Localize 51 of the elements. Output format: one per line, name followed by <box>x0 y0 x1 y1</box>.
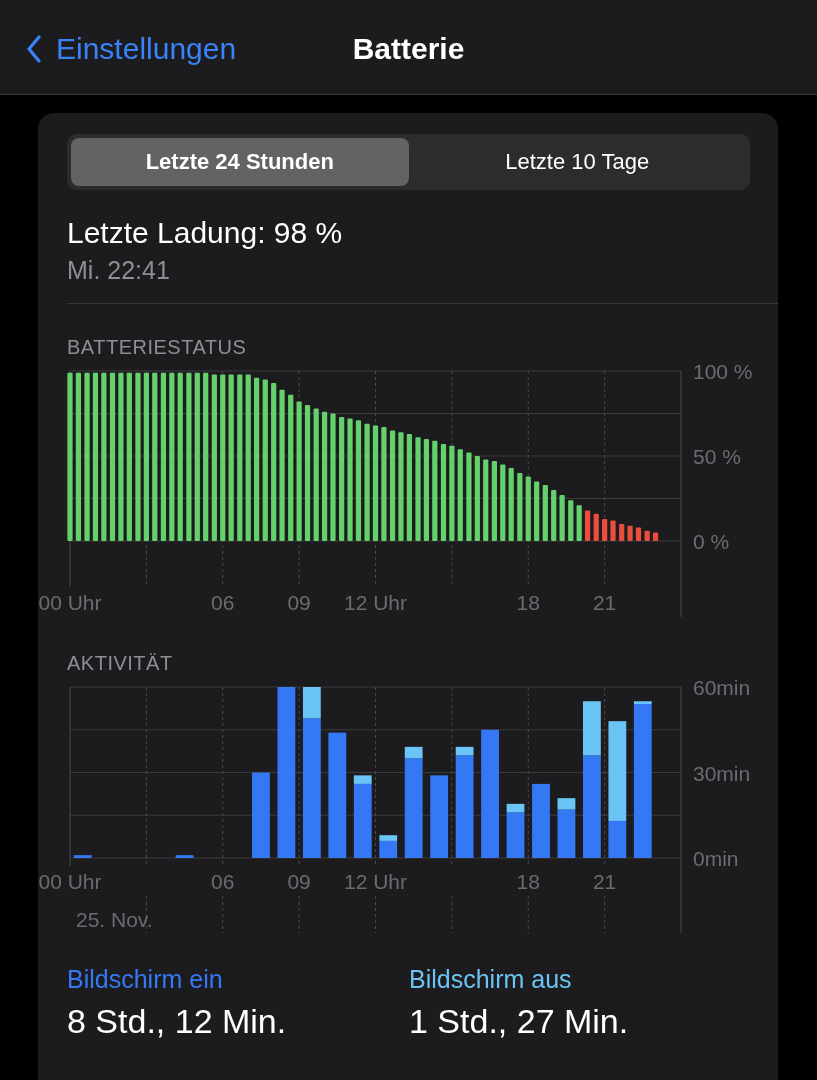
chart-bar <box>517 473 523 541</box>
summary-value: 1 Std., 27 Min. <box>409 1002 630 1041</box>
axis-label: 18 <box>516 870 540 893</box>
chart-bar <box>73 855 92 858</box>
section-heading: AKTIVITÄT <box>67 652 174 675</box>
axis-label: 50 % <box>693 445 741 468</box>
segment-tab[interactable]: Letzte 24 Stunden <box>71 138 409 186</box>
chart-bar <box>584 510 591 541</box>
axis-label: 12 Uhr <box>344 591 407 614</box>
axis-label: 21 <box>592 870 617 893</box>
chevron-left-icon <box>26 35 42 63</box>
chart-bar <box>619 524 625 541</box>
chart-bar <box>551 490 557 541</box>
chart-bar <box>602 518 608 541</box>
back-button[interactable]: Einstellungen <box>26 32 237 66</box>
axis-label: 06 <box>211 870 235 893</box>
axis-label: 00 Uhr <box>38 591 102 614</box>
chart-bar <box>644 530 650 541</box>
axis-label: 09 <box>287 591 311 614</box>
chart-bar <box>534 481 540 541</box>
chart-bar <box>568 500 574 541</box>
axis-label: 100 % <box>693 360 753 383</box>
axis-label: 0 % <box>693 530 730 553</box>
section-heading: BATTERIESTATUS <box>67 336 248 359</box>
axis-label: 21 <box>592 591 617 614</box>
chart-bar <box>652 532 659 541</box>
axis-label: 09 <box>287 870 311 893</box>
segment-tab[interactable]: Letzte 10 Tage <box>408 138 746 186</box>
chart-bar <box>525 476 531 541</box>
summary-value: 8 Std., 12 Min. <box>67 1002 288 1041</box>
axis-label: 60min <box>693 676 751 699</box>
axis-label: 12 Uhr <box>344 870 407 893</box>
axis-label: 00 Uhr <box>38 870 102 893</box>
summary-label: Bildschirm ein <box>67 965 224 994</box>
summary-label: Bildschirm aus <box>409 965 573 994</box>
chart-bar <box>576 505 582 541</box>
charge-time: Mi. 22:41 <box>67 256 171 285</box>
axis-label: 06 <box>211 591 235 614</box>
last-charge-label: Letzte Ladung: 98 % <box>67 216 344 250</box>
chart-bar <box>593 513 599 541</box>
chart-bar <box>542 484 548 541</box>
chart-bar <box>627 525 633 541</box>
page-title: Batterie <box>352 31 465 66</box>
date-label: 25. Nov. <box>76 908 153 931</box>
chart-bar <box>175 855 194 858</box>
axis-label: 18 <box>516 591 540 614</box>
axis-label: 30min <box>693 761 751 785</box>
chart-bar <box>635 527 642 541</box>
chart-bar <box>559 495 565 541</box>
chart-bar <box>610 520 616 541</box>
axis-label: 0min <box>693 847 739 870</box>
